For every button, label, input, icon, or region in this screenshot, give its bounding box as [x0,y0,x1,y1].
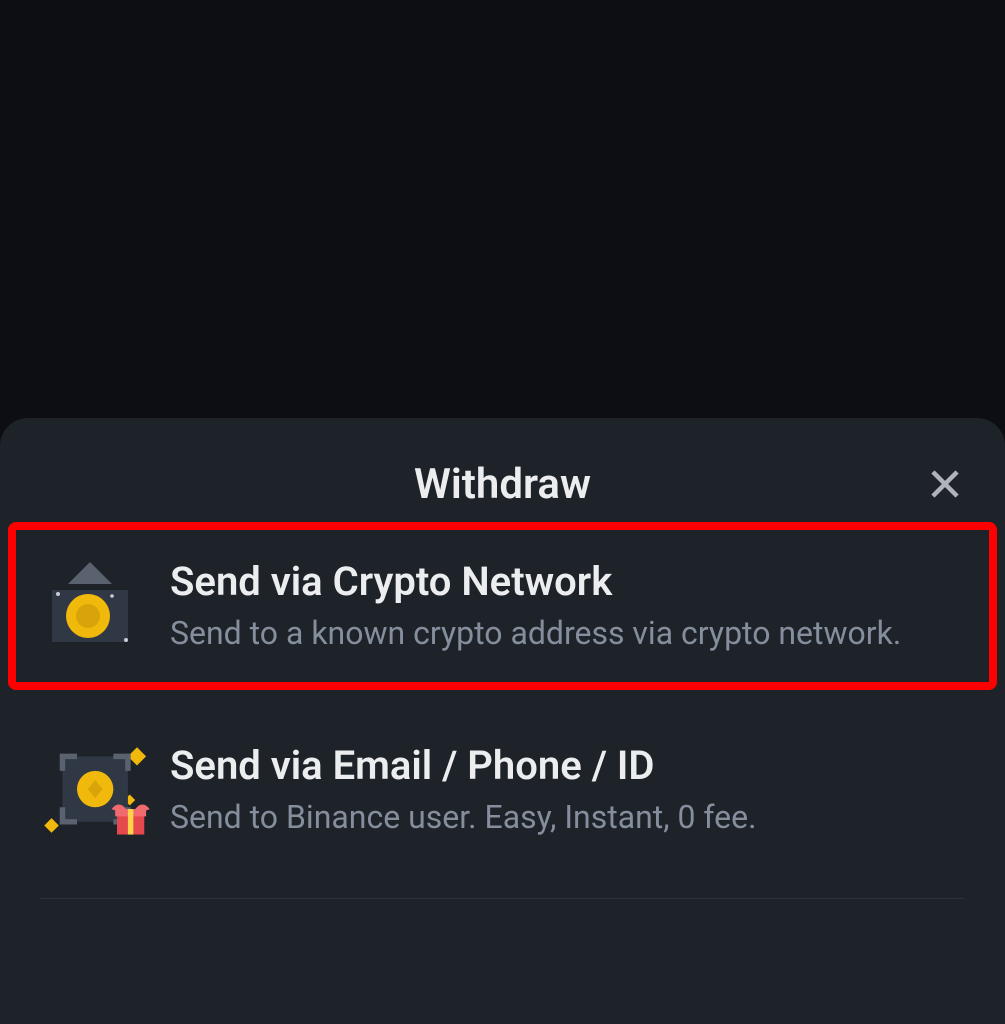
sheet-title: Withdraw [414,460,591,509]
option-email-phone-id[interactable]: Send via Email / Phone / ID Send to Bina… [8,706,997,874]
option-desc: Send to a known crypto address via crypt… [170,611,901,656]
option-text: Send via Crypto Network Send to a known … [170,557,901,656]
options-list: Send via Crypto Network Send to a known … [0,522,1005,874]
option-title: Send via Email / Phone / ID [170,741,757,791]
option-desc: Send to Binance user. Easy, Instant, 0 f… [170,795,757,840]
email-phone-id-icon [42,740,142,840]
withdraw-sheet: Withdraw [0,418,1005,1024]
option-text: Send via Email / Phone / ID Send to Bina… [170,741,757,840]
close-icon [927,466,963,502]
divider [40,898,965,899]
option-title: Send via Crypto Network [170,557,901,607]
crypto-network-icon [42,556,142,656]
close-button[interactable] [921,460,969,508]
option-crypto-network[interactable]: Send via Crypto Network Send to a known … [8,522,997,690]
sheet-header: Withdraw [0,446,1005,522]
